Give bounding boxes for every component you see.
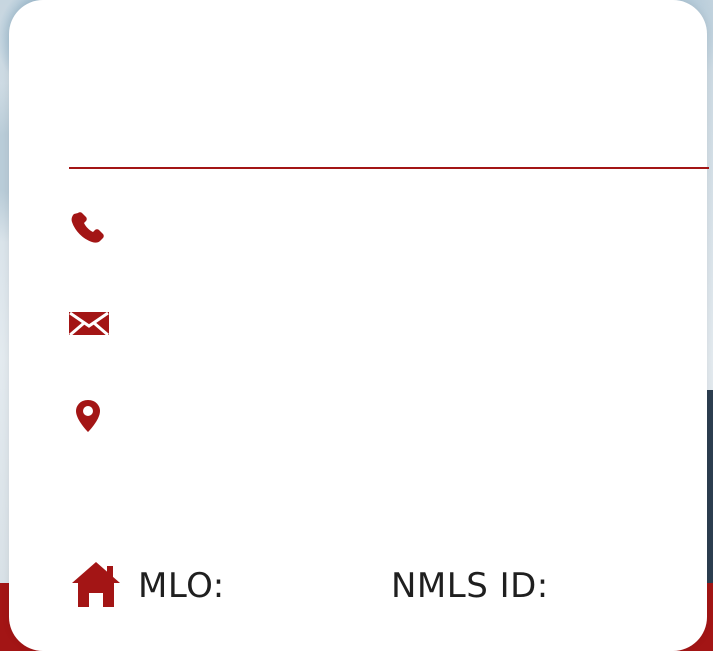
phone-row[interactable] (68, 210, 128, 246)
section-divider (69, 167, 709, 169)
envelope-icon (68, 308, 110, 343)
email-row[interactable] (68, 307, 130, 343)
mlo-label: MLO: (138, 566, 225, 606)
phone-icon (68, 206, 108, 251)
nmls-id-label: NMLS ID: (391, 566, 549, 606)
location-row[interactable] (68, 399, 128, 437)
license-row: MLO: NMLS ID: (68, 558, 548, 615)
map-pin-icon (68, 398, 108, 441)
home-icon (68, 558, 124, 615)
